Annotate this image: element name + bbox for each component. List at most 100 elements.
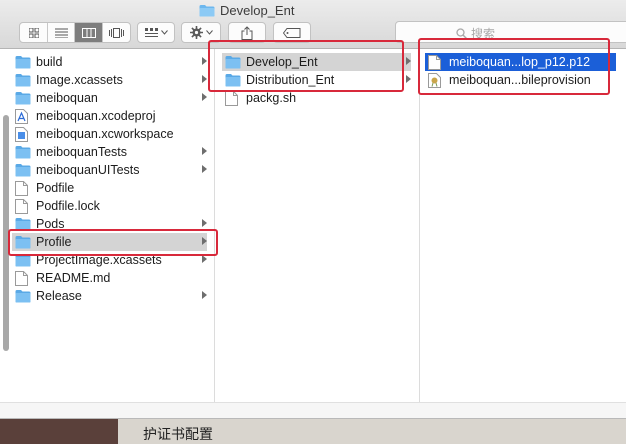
item-label: build <box>36 55 63 69</box>
item-label: meiboquan...lop_p12.p12 <box>449 55 591 69</box>
list-item-distribution-ent[interactable]: Distribution_Ent <box>222 71 411 89</box>
item-label: meiboquanTests <box>36 145 128 159</box>
list-item-develop-ent[interactable]: Develop_Ent <box>222 53 411 71</box>
item-label: Podfile.lock <box>36 199 100 213</box>
item-label: packg.sh <box>246 91 297 105</box>
column-3: meiboquan...lop_p12.p12 meiboquan...bilep… <box>420 49 626 418</box>
list-item-meiboquan[interactable]: meiboquan <box>12 89 207 107</box>
list-item-packg-sh[interactable]: packg.sh <box>222 89 411 107</box>
chevron-right-icon <box>406 57 411 65</box>
item-label: README.md <box>36 271 111 285</box>
chevron-right-icon <box>202 147 207 155</box>
item-label: Podfile <box>36 181 75 195</box>
chevron-right-icon <box>202 75 207 83</box>
window-title: Develop_Ent <box>199 1 294 19</box>
item-label: meiboquan.xcworkspace <box>36 127 174 141</box>
document-icon <box>225 91 241 106</box>
list-item-meiboquan-xcworkspace[interactable]: meiboquan.xcworkspace <box>12 125 207 143</box>
folder-icon <box>15 289 31 303</box>
list-item-meiboquan-bileprovision[interactable]: meiboquan...bileprovision <box>425 71 616 89</box>
list-item-meiboquantests[interactable]: meiboquanTests <box>12 143 207 161</box>
folder-icon <box>225 73 241 87</box>
search-field[interactable]: 搜索 <box>395 21 626 43</box>
xcodeproj-icon <box>15 109 31 124</box>
folder-icon <box>15 145 31 159</box>
cover-flow-icon <box>109 27 124 38</box>
item-label: Image.xcassets <box>36 73 123 87</box>
chevron-right-icon <box>202 165 207 173</box>
view-switcher <box>19 22 131 43</box>
action-button[interactable] <box>181 22 221 43</box>
arrange-icon <box>144 27 158 37</box>
search-placeholder: 搜索 <box>471 27 496 41</box>
list-item-profile[interactable]: Profile <box>12 233 207 251</box>
folder-icon <box>15 55 31 69</box>
document-icon <box>15 181 31 196</box>
list-item-build[interactable]: build <box>12 53 207 71</box>
list-item-meiboquan-lop-p12-p12[interactable]: meiboquan...lop_p12.p12 <box>425 53 616 71</box>
item-label: meiboquanUITests <box>36 163 140 177</box>
item-label: meiboquan.xcodeproj <box>36 109 156 123</box>
gear-icon <box>189 26 203 39</box>
folder-icon <box>15 91 31 105</box>
folder-icon <box>15 73 31 87</box>
chevron-right-icon <box>202 93 207 101</box>
chevron-right-icon <box>202 291 207 299</box>
share-menu[interactable] <box>229 23 265 42</box>
chevron-right-icon <box>202 237 207 245</box>
finder-window: Develop_Ent 搜索 build Image.xcassets meib… <box>0 0 626 419</box>
column-view-button[interactable] <box>75 23 103 42</box>
list-view-icon <box>54 28 68 38</box>
folder-icon <box>199 4 215 16</box>
list-item-podfile[interactable]: Podfile <box>12 179 207 197</box>
list-item-meiboquanuitests[interactable]: meiboquanUITests <box>12 161 207 179</box>
folder-icon <box>225 55 241 69</box>
chevron-right-icon <box>202 57 207 65</box>
title-bar: Develop_Ent 搜索 <box>0 0 626 49</box>
arrange-button[interactable] <box>137 22 175 43</box>
tags-button[interactable] <box>273 22 311 43</box>
chevron-down-icon <box>205 30 213 35</box>
icon-view-button[interactable] <box>20 23 48 42</box>
list-item-podfile-lock[interactable]: Podfile.lock <box>12 197 207 215</box>
vertical-scrollbar[interactable] <box>3 115 9 351</box>
list-item-readme-md[interactable]: README.md <box>12 269 207 287</box>
tag-icon <box>283 27 301 38</box>
column-view-icon <box>81 27 96 38</box>
xcworkspace-icon <box>15 127 31 142</box>
chevron-right-icon <box>202 219 207 227</box>
folder-icon <box>15 163 31 177</box>
chevron-right-icon <box>202 255 207 263</box>
share-button[interactable] <box>228 22 266 43</box>
item-label: meiboquan <box>36 91 98 105</box>
search-placeholder-wrap: 搜索 <box>456 25 495 42</box>
list-item-release[interactable]: Release <box>12 287 207 305</box>
certificate-icon <box>428 73 444 88</box>
column-1: build Image.xcassets meiboquan meiboquan.xc… <box>0 49 215 418</box>
list-item-meiboquan-xcodeproj[interactable]: meiboquan.xcodeproj <box>12 107 207 125</box>
icon-view-icon <box>28 27 39 38</box>
tags-menu[interactable] <box>274 23 310 42</box>
list-view-button[interactable] <box>48 23 75 42</box>
list-item-image-xcassets[interactable]: Image.xcassets <box>12 71 207 89</box>
item-label: meiboquan...bileprovision <box>449 73 591 87</box>
arrange-menu[interactable] <box>138 23 174 42</box>
document-icon <box>15 271 31 286</box>
chevron-down-icon <box>160 30 168 35</box>
horizontal-scrollbar[interactable] <box>0 402 626 418</box>
list-item-projectimage-xcassets[interactable]: ProjectImage.xcassets <box>12 251 207 269</box>
chevron-right-icon <box>406 75 411 83</box>
list-item-pods[interactable]: Pods <box>12 215 207 233</box>
window-title-text: Develop_Ent <box>220 2 295 18</box>
search-icon <box>456 28 467 39</box>
share-icon <box>241 25 253 40</box>
item-label: Profile <box>36 235 72 249</box>
item-label: Develop_Ent <box>246 55 318 69</box>
cover-flow-button[interactable] <box>103 23 130 42</box>
item-label: Distribution_Ent <box>246 73 335 87</box>
document-icon <box>15 199 31 214</box>
background-text: 护证书配置 <box>143 427 213 443</box>
folder-icon <box>15 235 31 249</box>
action-menu[interactable] <box>182 23 220 42</box>
item-label: Release <box>36 289 82 303</box>
